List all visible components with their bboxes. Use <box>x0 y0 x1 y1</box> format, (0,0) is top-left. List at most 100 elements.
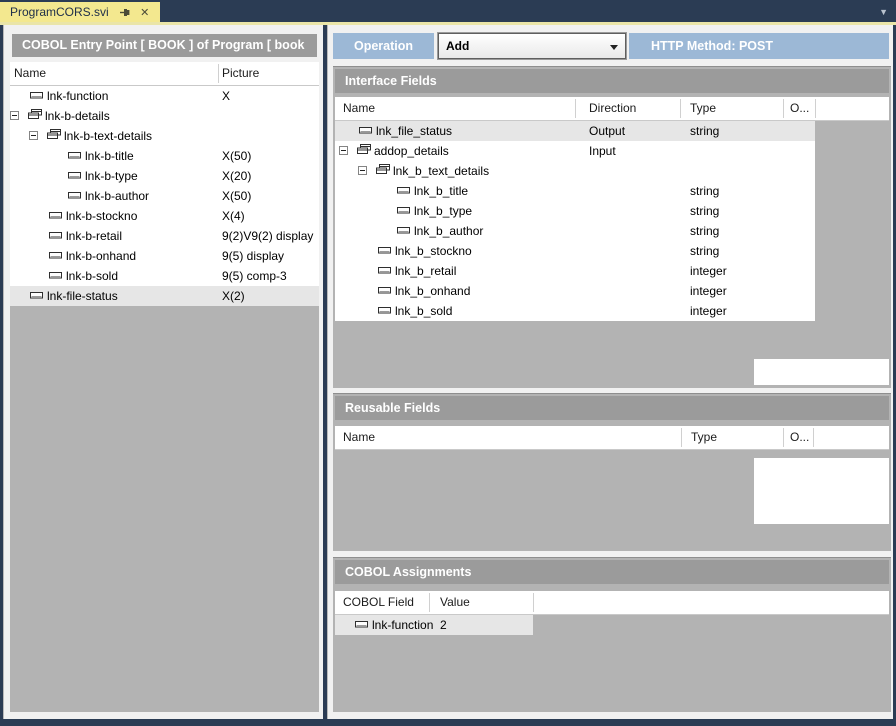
type-cell: string <box>690 184 719 198</box>
cobol-assignments-title: COBOL Assignments <box>335 560 889 584</box>
type-cell: integer <box>690 304 727 318</box>
http-method-label: HTTP Method: POST <box>629 33 889 59</box>
field-icon <box>30 89 43 103</box>
cobol-fields-tree: Name Picture lnk-functionXlnk-b-details l… <box>10 62 319 712</box>
column-header-name[interactable]: Name <box>343 101 375 115</box>
group-field-icon <box>376 164 390 178</box>
tree-row[interactable]: lnk-b-onhand 9(5) display <box>10 246 319 266</box>
field-icon <box>397 224 410 238</box>
tree-row[interactable]: lnk-file-statusX(2) <box>10 286 319 306</box>
table-row[interactable]: lnk_b_type string <box>335 201 815 221</box>
field-icon <box>68 149 81 163</box>
picture-cell: X(50) <box>222 149 251 163</box>
column-header-picture[interactable]: Picture <box>222 66 259 80</box>
field-icon <box>49 209 62 223</box>
reusable-fields-table: Name Type O... <box>335 426 889 450</box>
white-inset-box <box>754 359 889 385</box>
column-resize-handle[interactable] <box>218 64 219 83</box>
field-icon <box>30 289 43 303</box>
operation-selected-value: Add <box>446 39 469 53</box>
reusable-fields-column-header: Name Type O... <box>335 426 889 450</box>
pin-icon[interactable] <box>119 6 132 19</box>
tree-row[interactable]: lnk-b-typeX(20) <box>10 166 319 186</box>
tree-row[interactable]: lnk-b-titleX(50) <box>10 146 319 166</box>
tab-title: ProgramCORS.svi <box>10 5 109 19</box>
type-cell: string <box>690 244 719 258</box>
cobol-assignments-column-header: COBOL Field Value <box>335 591 889 615</box>
table-row[interactable]: lnk_b_onhandinteger <box>335 281 815 301</box>
name-cell: lnk_file_status <box>376 124 452 138</box>
column-resize-handle[interactable] <box>575 99 576 118</box>
name-cell: addop_details <box>374 144 449 158</box>
table-row[interactable]: addop_details Input <box>335 141 815 161</box>
close-icon[interactable]: ✕ <box>138 6 152 19</box>
type-cell: string <box>690 204 719 218</box>
column-header-value[interactable]: Value <box>440 595 470 609</box>
collapse-icon[interactable] <box>29 129 38 138</box>
column-header-name[interactable]: Name <box>14 66 46 80</box>
tree-row[interactable]: lnk-b-retail9(2)V9(2) display <box>10 226 319 246</box>
tree-row[interactable]: lnk-b-text-details <box>10 126 319 146</box>
column-header-occurs[interactable]: O... <box>790 101 809 115</box>
table-row[interactable]: lnk_b_retailinteger <box>335 261 815 281</box>
table-row[interactable]: lnk_b_titlestring <box>335 181 815 201</box>
column-resize-handle[interactable] <box>783 99 784 118</box>
column-header-type[interactable]: Type <box>691 430 717 444</box>
tree-row[interactable]: lnk-b-stockno X(4) <box>10 206 319 226</box>
table-row[interactable]: lnk_b_stocknostring <box>335 241 815 261</box>
tree-row[interactable]: lnk-b-authorX(50) <box>10 186 319 206</box>
field-icon <box>49 249 62 263</box>
tree-row[interactable]: lnk-functionX <box>10 86 319 106</box>
field-icon <box>378 284 391 298</box>
table-row[interactable]: lnk_b_soldinteger <box>335 301 815 321</box>
reusable-fields-title: Reusable Fields <box>335 396 889 420</box>
interface-fields-section: Interface Fields Name Direction Type O..… <box>333 66 891 388</box>
direction-cell: Input <box>589 144 616 158</box>
dropdown-arrow-icon <box>610 45 618 50</box>
picture-cell: 9(5) display <box>222 249 284 263</box>
column-header-cobol-field[interactable]: COBOL Field <box>343 595 414 609</box>
picture-cell: X(20) <box>222 169 251 183</box>
collapse-icon[interactable] <box>358 164 367 173</box>
table-row[interactable]: lnk_file_statusOutputstring <box>335 121 815 141</box>
direction-cell: Output <box>589 124 625 138</box>
tab-programcors-svi[interactable]: ProgramCORS.svi ✕ <box>0 2 160 22</box>
picture-cell: X(4) <box>222 209 245 223</box>
tree-row[interactable]: lnk-b-sold9(5) comp-3 <box>10 266 319 286</box>
column-resize-handle[interactable] <box>815 99 816 118</box>
name-cell: lnk-b-stockno <box>66 209 137 223</box>
picture-cell: X(2) <box>222 289 245 303</box>
column-header-type[interactable]: Type <box>690 101 716 115</box>
table-row[interactable]: lnk_b_authorstring <box>335 221 815 241</box>
name-cell: lnk-b-onhand <box>66 249 136 263</box>
cobol-entry-point-panel: COBOL Entry Point [ BOOK ] of Program [ … <box>3 25 323 719</box>
column-resize-handle[interactable] <box>813 428 814 447</box>
column-header-name[interactable]: Name <box>343 430 375 444</box>
picture-cell: 9(2)V9(2) display <box>222 229 313 243</box>
collapse-icon[interactable] <box>10 109 19 118</box>
operation-select[interactable]: Add <box>438 33 626 59</box>
field-icon <box>378 304 391 318</box>
document-tab-bar: ProgramCORS.svi ✕ ▼ <box>0 0 896 22</box>
cobol-assignments-table: COBOL Field Value lnk-function2 <box>335 591 889 635</box>
name-cell: lnk_b_type <box>414 204 472 218</box>
column-resize-handle[interactable] <box>533 593 534 612</box>
column-resize-handle[interactable] <box>681 428 682 447</box>
column-resize-handle[interactable] <box>429 593 430 612</box>
field-icon <box>397 204 410 218</box>
column-resize-handle[interactable] <box>680 99 681 118</box>
column-resize-handle[interactable] <box>783 428 784 447</box>
table-row[interactable]: lnk-function2 <box>335 615 533 635</box>
collapse-icon[interactable] <box>339 144 348 153</box>
left-panel-title: COBOL Entry Point [ BOOK ] of Program [ … <box>12 34 317 57</box>
name-cell: lnk_b_author <box>414 224 483 238</box>
column-header-occurs[interactable]: O... <box>790 430 809 444</box>
tab-list-chevron-icon[interactable]: ▼ <box>879 8 888 17</box>
group-field-icon <box>357 144 371 158</box>
name-cell: lnk-b-author <box>85 189 149 203</box>
tree-row[interactable]: lnk-b-details <box>10 106 319 126</box>
name-cell: lnk-b-text-details <box>64 129 152 143</box>
column-header-direction[interactable]: Direction <box>589 101 636 115</box>
type-cell: integer <box>690 264 727 278</box>
table-row[interactable]: lnk_b_text_details <box>335 161 815 181</box>
